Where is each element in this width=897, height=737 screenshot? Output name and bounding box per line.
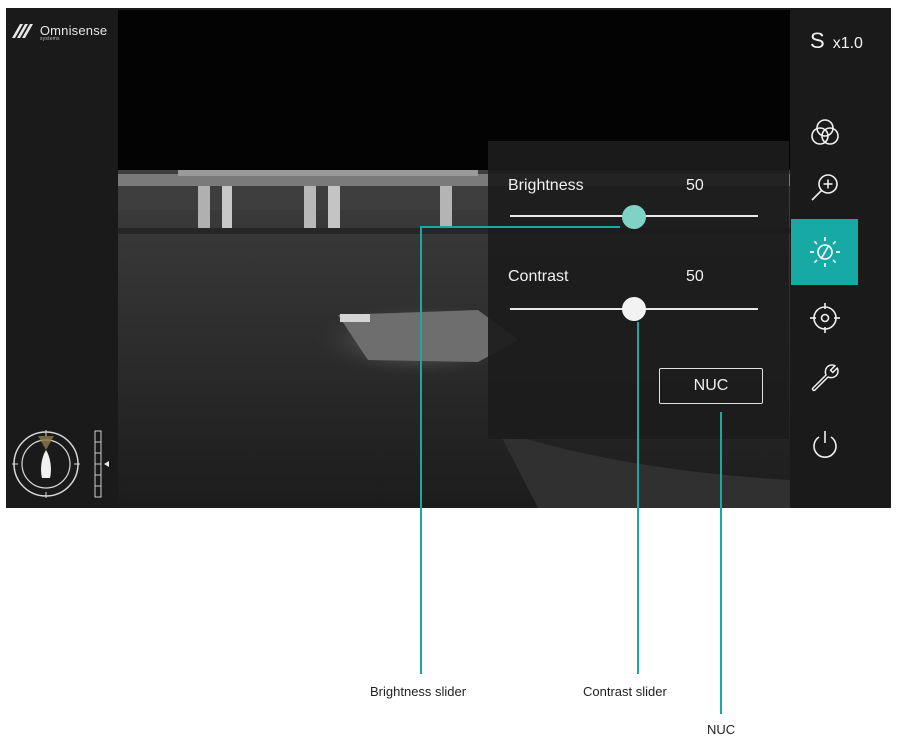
contrast-label: Contrast [508, 268, 569, 285]
palette-icon [810, 119, 839, 145]
settings-button[interactable] [791, 345, 858, 411]
compass-icon [12, 430, 80, 498]
brand-logo: Omnisense systems [12, 22, 107, 42]
contrast-value: 50 [686, 268, 704, 285]
brightness-callout-line-horizontal [420, 226, 620, 228]
nuc-button[interactable]: NUC [659, 368, 763, 404]
brightness-slider-thumb[interactable] [622, 205, 646, 229]
zoom-mode: S [810, 28, 825, 53]
nuc-callout-label: NUC [707, 722, 736, 737]
wrench-icon [811, 364, 839, 392]
brightness-icon [809, 237, 840, 267]
brightness-value: 50 [686, 177, 704, 194]
reticle-icon [809, 303, 840, 333]
brightness-label: Brightness [508, 177, 584, 194]
contrast-slider-thumb[interactable] [622, 297, 646, 321]
brightness-callout-line [420, 226, 422, 674]
power-icon [812, 431, 837, 458]
nuc-callout-line [720, 412, 722, 714]
brightness-button[interactable] [791, 219, 858, 285]
contrast-callout-line [637, 322, 639, 674]
elevation-scale-icon [94, 430, 109, 498]
zoom-factor: x1.0 [832, 35, 863, 52]
zoom-readout: Sx1.0 [810, 28, 863, 54]
zoom-in-icon [810, 174, 838, 201]
contrast-callout-label: Contrast slider [583, 684, 667, 699]
reticle-button[interactable] [791, 285, 858, 351]
zoom-button[interactable] [791, 155, 858, 221]
brand-subtitle: systems [40, 36, 60, 42]
omnisense-logo-mark-icon [12, 23, 33, 38]
power-button[interactable] [791, 411, 858, 477]
brightness-callout-label: Brightness slider [370, 684, 467, 699]
